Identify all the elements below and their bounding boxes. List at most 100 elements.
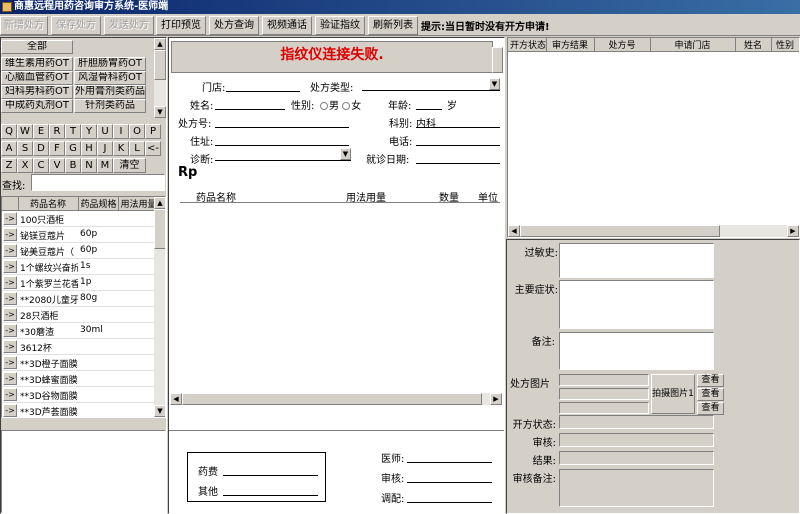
address-field[interactable] xyxy=(215,145,349,146)
column-header-drug-name[interactable]: 药品名称 xyxy=(18,197,79,211)
category-button[interactable]: 肝胆肠胃药OT xyxy=(74,57,146,71)
diagnosis-select[interactable]: ▼ xyxy=(215,148,351,161)
column-header-gender[interactable]: 性别 xyxy=(771,38,799,52)
view-image-button[interactable]: 查看 xyxy=(697,388,724,401)
scroll-down-icon[interactable]: ▼ xyxy=(154,106,166,118)
key-g[interactable]: G xyxy=(65,141,81,156)
add-drug-arrow-icon[interactable]: -> xyxy=(3,324,17,337)
drug-row[interactable]: -> 1个螺纹兴奋折 1s xyxy=(2,259,157,275)
review-sign-field[interactable] xyxy=(407,482,492,483)
column-header-spec[interactable]: 药品规格 xyxy=(78,197,119,211)
key-j[interactable]: J xyxy=(97,141,113,156)
doctor-field[interactable] xyxy=(407,462,492,463)
key-y[interactable]: Y xyxy=(81,124,97,139)
scroll-up-icon[interactable]: ▲ xyxy=(154,38,166,50)
verify-fingerprint-button[interactable]: 验证指纹 xyxy=(315,16,365,35)
scroll-right-icon[interactable]: ▶ xyxy=(490,393,502,405)
send-prescription-button[interactable]: 发送处方 xyxy=(104,16,154,35)
category-button[interactable]: 中成药丸剂OT xyxy=(1,99,73,113)
other-field[interactable] xyxy=(223,495,318,496)
key-backspace[interactable]: <- xyxy=(145,141,161,156)
key-b[interactable]: B xyxy=(65,158,81,173)
category-button[interactable]: 维生素用药OT xyxy=(1,57,73,71)
key-v[interactable]: V xyxy=(49,158,65,173)
key-d[interactable]: D xyxy=(33,141,49,156)
add-drug-arrow-icon[interactable]: -> xyxy=(3,276,17,289)
drug-row[interactable]: -> 28只酒柜 xyxy=(2,307,157,323)
rx-horizontal-scrollbar[interactable]: ◀ ▶ xyxy=(170,393,502,405)
add-drug-arrow-icon[interactable]: -> xyxy=(3,308,17,321)
key-q[interactable]: Q xyxy=(1,124,17,139)
category-scrollbar[interactable]: ▲ ▼ xyxy=(154,38,166,118)
prescription-query-button[interactable]: 处方查询 xyxy=(209,16,259,35)
drug-row[interactable]: -> 3612杯 xyxy=(2,339,157,355)
remark-field[interactable] xyxy=(559,332,714,370)
drug-row[interactable]: ->**2080儿童牙膏80g xyxy=(2,291,157,307)
scroll-thumb[interactable] xyxy=(520,225,720,237)
application-horizontal-scrollbar[interactable]: ◀ ▶ xyxy=(508,225,799,237)
dispense-field[interactable] xyxy=(407,502,492,503)
key-i[interactable]: I xyxy=(113,124,129,139)
search-input[interactable] xyxy=(31,174,165,191)
view-image-button[interactable]: 查看 xyxy=(697,374,724,387)
scroll-thumb[interactable] xyxy=(154,50,166,80)
scroll-thumb[interactable] xyxy=(182,393,482,405)
add-drug-arrow-icon[interactable]: -> xyxy=(3,404,17,417)
key-l[interactable]: L xyxy=(129,141,145,156)
column-header-rx-no[interactable]: 处方号 xyxy=(594,38,651,52)
category-all-button[interactable]: 全部 xyxy=(1,40,73,54)
key-f[interactable]: F xyxy=(49,141,65,156)
visit-date-field[interactable] xyxy=(416,163,500,164)
phone-field[interactable] xyxy=(416,145,500,146)
add-drug-arrow-icon[interactable]: -> xyxy=(3,292,17,305)
add-drug-arrow-icon[interactable]: -> xyxy=(3,388,17,401)
key-r[interactable]: R xyxy=(49,124,65,139)
key-n[interactable]: N xyxy=(81,158,97,173)
key-t[interactable]: T xyxy=(65,124,81,139)
fee-field[interactable] xyxy=(223,475,318,476)
drug-row[interactable]: -> 铋美豆蔻片（ 60p xyxy=(2,243,157,259)
drug-row[interactable]: -> **3D蜂蜜面膜 xyxy=(2,371,157,387)
add-drug-arrow-icon[interactable]: -> xyxy=(3,212,17,225)
key-w[interactable]: W xyxy=(17,124,33,139)
key-e[interactable]: E xyxy=(33,124,49,139)
new-prescription-button[interactable]: 新增处方 xyxy=(0,16,48,35)
key-p[interactable]: P xyxy=(145,124,161,139)
refresh-list-button[interactable]: 刷新列表 xyxy=(368,16,418,35)
column-header-review-result[interactable]: 审方结果 xyxy=(546,38,595,52)
add-drug-arrow-icon[interactable]: -> xyxy=(3,356,17,369)
drug-row[interactable]: -> 100只酒柜 xyxy=(2,211,157,227)
add-drug-arrow-icon[interactable]: -> xyxy=(3,372,17,385)
drug-row[interactable]: -> *30蘑渣 30ml xyxy=(2,323,157,339)
add-drug-arrow-icon[interactable]: -> xyxy=(3,228,17,241)
rx-no-field[interactable] xyxy=(215,127,349,128)
clear-button[interactable]: 清空 xyxy=(113,158,146,173)
column-header-store[interactable]: 申请门店 xyxy=(650,38,736,52)
scroll-left-icon[interactable]: ◀ xyxy=(508,225,520,237)
key-k[interactable]: K xyxy=(113,141,129,156)
key-h[interactable]: H xyxy=(81,141,97,156)
key-x[interactable]: X xyxy=(17,158,33,173)
capture-image-button[interactable]: 拍摄图片1 xyxy=(651,374,695,414)
key-c[interactable]: C xyxy=(33,158,49,173)
add-drug-arrow-icon[interactable]: -> xyxy=(3,340,17,353)
category-button[interactable]: 心脑血管药OT xyxy=(1,71,73,85)
female-radio[interactable] xyxy=(342,102,351,110)
category-button[interactable]: 针剂类药品 xyxy=(74,99,146,113)
key-o[interactable]: O xyxy=(129,124,145,139)
scroll-down-icon[interactable]: ▼ xyxy=(154,405,165,417)
key-a[interactable]: A xyxy=(1,141,17,156)
key-z[interactable]: Z xyxy=(1,158,17,173)
print-preview-button[interactable]: 打印预览 xyxy=(156,16,206,35)
column-header-usage[interactable]: 用法用量 xyxy=(118,197,156,211)
drug-list-scrollbar[interactable]: ▲ ▼ xyxy=(154,197,165,417)
drug-row[interactable]: -> **3D芦荟面膜 xyxy=(2,403,157,417)
key-u[interactable]: U xyxy=(97,124,113,139)
age-field[interactable] xyxy=(416,109,442,110)
save-prescription-button[interactable]: 保存处方 xyxy=(51,16,101,35)
side-button[interactable] xyxy=(492,47,503,73)
category-button[interactable]: 风湿骨科药OT xyxy=(74,71,146,85)
category-button[interactable]: 外用膏剂类药品 xyxy=(74,85,146,99)
video-call-button[interactable]: 视频通话 xyxy=(262,16,312,35)
column-header-rx-status[interactable]: 开方状态 xyxy=(508,38,547,52)
